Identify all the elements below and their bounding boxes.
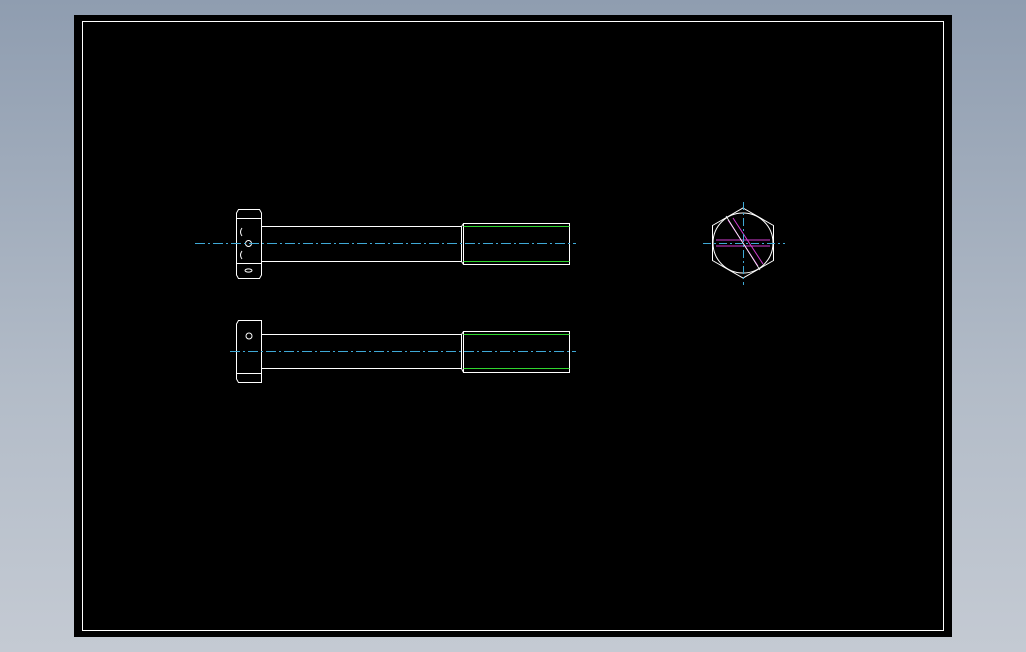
cross-hole-ellipse — [244, 268, 253, 273]
top-view-thread-lines — [463, 334, 570, 369]
cad-drawing — [82, 21, 944, 631]
drawing-border — [82, 21, 944, 631]
end-view-centerlines — [703, 202, 785, 285]
hatch-line — [732, 217, 764, 265]
bolt-head-arc — [240, 227, 243, 237]
cross-hole-circle-top — [245, 332, 253, 340]
bolt-head-arc — [240, 250, 243, 260]
